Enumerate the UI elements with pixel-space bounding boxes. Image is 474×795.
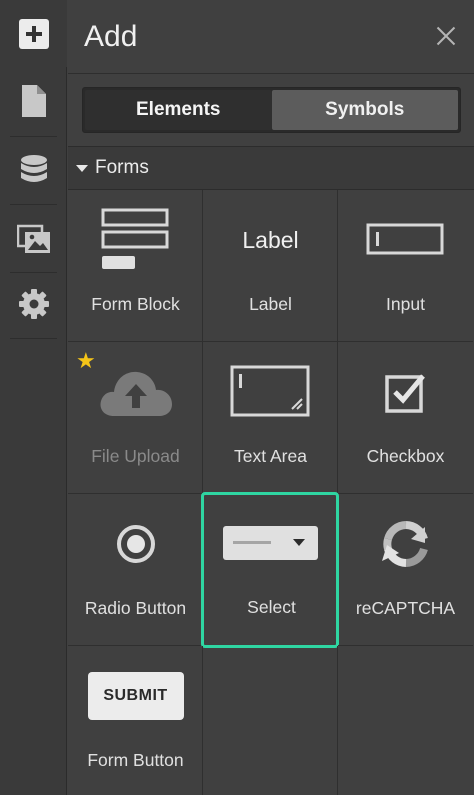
page-icon bbox=[21, 84, 46, 117]
elements-grid: Form Block Label Label Input ★ File Uplo… bbox=[68, 190, 474, 795]
cloud-upload-icon bbox=[100, 371, 172, 416]
element-label: File Upload bbox=[91, 446, 180, 466]
element-label-element[interactable]: Label Label bbox=[203, 190, 338, 342]
database-icon bbox=[20, 154, 47, 182]
element-select[interactable]: Select bbox=[201, 492, 339, 648]
tab-symbols[interactable]: Symbols bbox=[271, 90, 458, 130]
panel-header: Add bbox=[68, 0, 474, 74]
caret-down-icon bbox=[76, 164, 88, 172]
add-panel: Add Elements Symbols Forms Form Block La… bbox=[68, 0, 474, 795]
element-checkbox[interactable]: Checkbox bbox=[338, 342, 473, 494]
element-label: Text Area bbox=[234, 446, 307, 466]
section-forms-header[interactable]: Forms bbox=[68, 146, 474, 190]
section-label: Forms bbox=[95, 157, 149, 178]
recaptcha-icon bbox=[381, 521, 428, 567]
element-recaptcha[interactable]: reCAPTCHA bbox=[338, 494, 473, 646]
images-icon bbox=[16, 224, 50, 253]
tab-bar: Elements Symbols bbox=[82, 87, 461, 133]
element-label: Form Block bbox=[91, 294, 180, 314]
panel-title: Add bbox=[84, 20, 138, 53]
submit-button-icon: SUBMIT bbox=[87, 672, 184, 720]
element-file-upload[interactable]: ★ File Upload bbox=[68, 342, 203, 494]
rail-settings-button[interactable] bbox=[0, 270, 67, 337]
rail-add-button[interactable] bbox=[0, 0, 67, 67]
rail-assets-button[interactable] bbox=[0, 205, 67, 272]
radio-icon bbox=[116, 525, 155, 563]
empty-cell bbox=[203, 646, 338, 795]
input-icon bbox=[366, 223, 443, 255]
element-label: Form Button bbox=[87, 750, 184, 770]
rail-pages-button[interactable] bbox=[0, 67, 67, 134]
gear-icon bbox=[18, 288, 49, 319]
element-label: reCAPTCHA bbox=[355, 598, 456, 618]
rail-divider bbox=[10, 338, 57, 339]
element-label: Label bbox=[249, 294, 292, 314]
element-input[interactable]: Input bbox=[338, 190, 473, 342]
text-area-icon bbox=[230, 365, 309, 417]
plus-icon bbox=[18, 18, 49, 49]
element-label: Select bbox=[247, 597, 296, 617]
empty-cell bbox=[338, 646, 473, 795]
label-icon: Label bbox=[242, 226, 299, 253]
tab-elements[interactable]: Elements bbox=[85, 90, 272, 130]
element-label: Radio Button bbox=[84, 598, 187, 618]
element-text-area[interactable]: Text Area bbox=[203, 342, 338, 494]
checkbox-icon bbox=[384, 374, 425, 413]
submit-icon-text: SUBMIT bbox=[103, 687, 168, 704]
element-radio-button[interactable]: Radio Button bbox=[68, 494, 203, 646]
select-icon bbox=[222, 526, 318, 560]
element-form-block[interactable]: Form Block bbox=[68, 190, 203, 342]
form-block-icon bbox=[101, 208, 168, 269]
left-rail bbox=[0, 0, 67, 795]
element-label: Checkbox bbox=[366, 446, 445, 466]
element-form-button[interactable]: SUBMIT Form Button bbox=[68, 646, 203, 795]
rail-cms-button[interactable] bbox=[0, 137, 67, 204]
close-icon[interactable] bbox=[432, 22, 460, 50]
element-label: Input bbox=[386, 294, 425, 314]
